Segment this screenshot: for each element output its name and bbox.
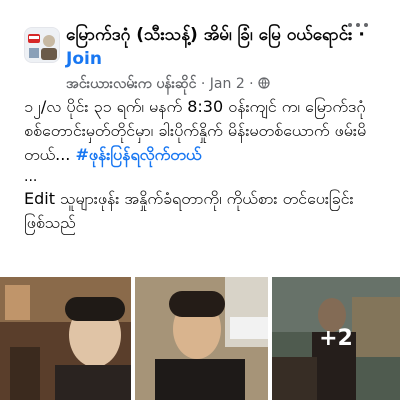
post-photo-2[interactable] bbox=[135, 277, 268, 400]
title-separator: · bbox=[352, 25, 365, 45]
group-post-card: မြောက်ဒဂုံ (သီးသန့်) အိမ်၊ ခြံ၊ မြေ ဝယ်ရ… bbox=[0, 0, 400, 400]
group-name-link[interactable]: မြောက်ဒဂုံ (သီးသန့်) အိမ်၊ ခြံ၊ မြေ ဝယ်ရ… bbox=[66, 25, 352, 45]
more-photos-overlay[interactable]: +2 bbox=[272, 277, 400, 400]
join-button[interactable]: Join bbox=[66, 49, 102, 69]
author-name-link[interactable]: အင်းယားလမ်းက ပန်းဆိုင် bbox=[66, 76, 196, 92]
meta-separator: · bbox=[244, 76, 259, 92]
post-body: ၁၂/လ ပိုင်း ၃၁ ရက်၊ မနက် 8:30 ဝန်းကျင် က… bbox=[24, 95, 384, 235]
post-date-link[interactable]: Jan 2 bbox=[210, 76, 245, 92]
post-meta: အင်းယားလမ်းက ပန်းဆိုင် · Jan 2 · bbox=[66, 75, 270, 93]
post-photo-3[interactable]: +2 bbox=[272, 277, 400, 400]
group-title-line: မြောက်ဒဂုံ (သီးသန့်) အိမ်၊ ခြံ၊ မြေ ဝယ်ရ… bbox=[66, 23, 366, 71]
post-text-paragraph: ၁၂/လ ပိုင်း ၃၁ ရက်၊ မနက် 8:30 ဝန်းကျင် က… bbox=[24, 95, 384, 167]
hashtag-link[interactable]: #ဖုန်းပြန်ရလိုက်တယ် bbox=[75, 145, 201, 164]
post-edit-note: Edit သူများဖုန်း အနှိုက်ခံရတာကို၊ ကိုယ်စ… bbox=[24, 189, 354, 232]
post-ellipsis: ... bbox=[24, 169, 38, 185]
meta-separator: · bbox=[196, 76, 210, 92]
more-photos-count: +2 bbox=[319, 326, 353, 351]
group-avatar[interactable] bbox=[24, 27, 60, 63]
photo-grid: +2 bbox=[0, 277, 400, 400]
post-photo-1[interactable] bbox=[0, 277, 131, 400]
globe-icon bbox=[258, 76, 270, 89]
